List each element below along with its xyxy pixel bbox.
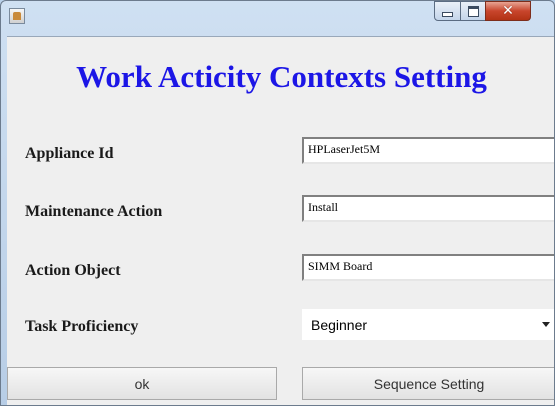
dropdown-arrow-icon[interactable]	[542, 322, 550, 327]
minimize-icon	[442, 11, 453, 17]
ok-button[interactable]: ok	[7, 367, 277, 400]
form-panel: Work Acticity Contexts Setting Appliance…	[7, 36, 554, 405]
maintenance-action-field[interactable]: Install	[302, 195, 554, 222]
minimize-button[interactable]	[434, 1, 461, 21]
task-proficiency-label: Task Proficiency	[25, 318, 139, 335]
sequence-setting-button[interactable]: Sequence Setting	[302, 367, 554, 400]
task-proficiency-select[interactable]: Beginner	[302, 309, 554, 340]
page-title: Work Acticity Contexts Setting	[76, 59, 487, 94]
close-icon: ✕	[502, 3, 514, 19]
appliance-id-field[interactable]: HPLaserJet5M	[302, 137, 554, 164]
action-object-field[interactable]: SIMM Board	[302, 254, 554, 281]
action-object-label: Action Object	[25, 262, 121, 279]
title-bar[interactable]: ✕	[1, 1, 554, 37]
close-button[interactable]: ✕	[485, 1, 531, 21]
maximize-icon	[467, 5, 479, 17]
maximize-button[interactable]	[460, 1, 486, 21]
java-app-icon[interactable]	[9, 8, 25, 24]
app-window: ✕ Work Acticity Contexts Setting Applian…	[0, 0, 555, 406]
appliance-id-label: Appliance Id	[25, 145, 114, 162]
maintenance-action-label: Maintenance Action	[25, 203, 163, 220]
task-proficiency-value: Beginner	[311, 317, 368, 333]
